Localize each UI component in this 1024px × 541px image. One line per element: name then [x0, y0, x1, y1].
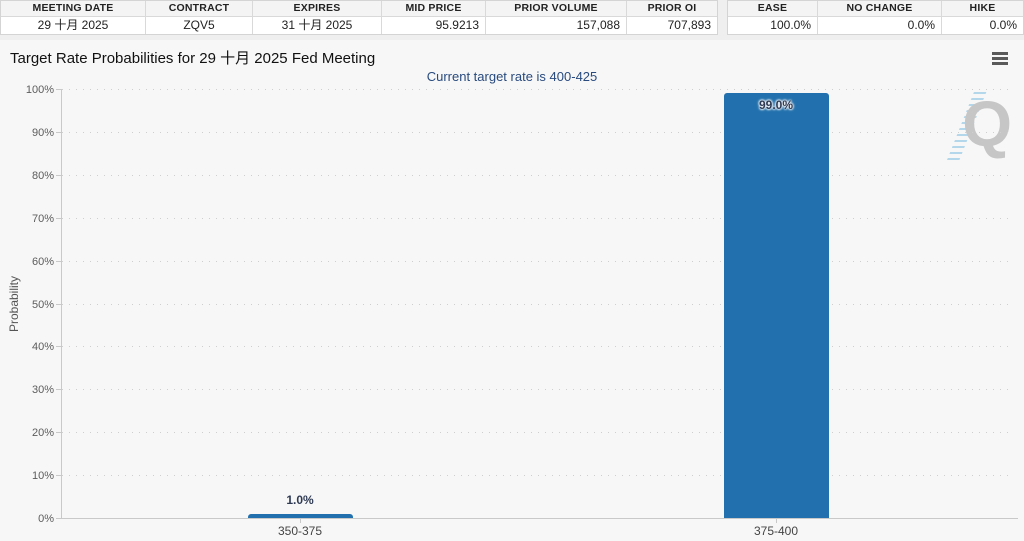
table-column-no-change: NO CHANGE 0.0%: [817, 1, 941, 34]
x-category-label: 350-375: [248, 524, 353, 538]
chart-subtitle: Current target rate is 400-425: [0, 69, 1024, 84]
y-axis-tick-label: 30%: [32, 384, 54, 396]
cell-value: ZQV5: [146, 17, 252, 34]
y-gridline: [62, 132, 1014, 133]
column-header: PRIOR OI: [627, 1, 717, 17]
chart-context-menu-button[interactable]: [989, 49, 1011, 67]
y-gridline: [62, 475, 1014, 476]
y-gridline: [62, 261, 1014, 262]
y-axis-tick: [56, 346, 61, 347]
bar-chart-plot-area: Probability 0%10%20%30%40%50%60%70%80%90…: [62, 89, 1014, 518]
cell-value: 157,088: [486, 17, 626, 34]
y-axis-tick: [56, 389, 61, 390]
column-header: EXPIRES: [253, 1, 381, 17]
y-axis-tick-label: 40%: [32, 341, 54, 353]
column-header: NO CHANGE: [818, 1, 941, 17]
y-gridline: [62, 89, 1014, 90]
chart-title: Target Rate Probabilities for 29 十月 2025…: [10, 47, 375, 68]
column-header: MID PRICE: [382, 1, 485, 17]
column-header: PRIOR VOLUME: [486, 1, 626, 17]
y-axis-tick: [56, 432, 61, 433]
cell-value: 31 十月 2025: [253, 17, 381, 34]
y-axis-tick-label: 90%: [32, 127, 54, 139]
y-axis-tick: [56, 261, 61, 262]
y-gridline: [62, 432, 1014, 433]
x-axis-tick: [776, 519, 777, 523]
table-column-meeting-date: MEETING DATE 29 十月 2025: [1, 1, 145, 34]
table-column-prior-oi: PRIOR OI 707,893: [626, 1, 717, 34]
y-axis-tick: [56, 89, 61, 90]
y-gridline: [62, 218, 1014, 219]
y-axis-tick-label: 10%: [32, 470, 54, 482]
y-axis-tick-label: 0%: [38, 513, 54, 525]
x-axis-tick: [300, 519, 301, 523]
y-gridline: [62, 346, 1014, 347]
table-column-hike: HIKE 0.0%: [941, 1, 1023, 34]
y-axis-tick: [56, 475, 61, 476]
bar-group-350-375: 1.0% 350-375: [248, 89, 353, 518]
contract-info-table: MEETING DATE 29 十月 2025 CONTRACT ZQV5 EX…: [0, 0, 718, 35]
bar-group-375-400: 99.0% 375-400: [724, 89, 829, 518]
y-axis-tick-label: 60%: [32, 256, 54, 268]
y-axis-tick-label: 50%: [32, 299, 54, 311]
y-axis-tick: [56, 132, 61, 133]
cell-value: 100.0%: [728, 17, 817, 34]
contract-summary-tables: MEETING DATE 29 十月 2025 CONTRACT ZQV5 EX…: [0, 0, 1024, 35]
fedwatch-chart-panel: Target Rate Probabilities for 29 十月 2025…: [0, 40, 1024, 541]
y-gridline: [62, 304, 1014, 305]
column-header: HIKE: [942, 1, 1023, 17]
y-axis-tick-label: 80%: [32, 170, 54, 182]
hamburger-menu-icon: [992, 57, 1008, 60]
x-axis-line: [61, 518, 1018, 519]
y-axis-tick-label: 20%: [32, 427, 54, 439]
bar-value-label: 99.0%: [724, 98, 829, 112]
probability-bar[interactable]: [724, 93, 829, 518]
y-gridline: [62, 175, 1014, 176]
table-column-mid-price: MID PRICE 95.9213: [381, 1, 485, 34]
column-header: CONTRACT: [146, 1, 252, 17]
probability-bar[interactable]: [248, 514, 353, 518]
table-column-contract: CONTRACT ZQV5: [145, 1, 252, 34]
y-axis-tick: [56, 175, 61, 176]
hamburger-menu-icon: [992, 62, 1008, 65]
cell-value: 0.0%: [818, 17, 941, 34]
y-axis-tick: [56, 304, 61, 305]
table-column-prior-volume: PRIOR VOLUME 157,088: [485, 1, 626, 34]
table-column-ease: EASE 100.0%: [728, 1, 817, 34]
column-header: EASE: [728, 1, 817, 17]
cell-value: 0.0%: [942, 17, 1023, 34]
bar-value-label: 1.0%: [248, 493, 353, 507]
y-gridline: [62, 389, 1014, 390]
cell-value: 707,893: [627, 17, 717, 34]
table-column-expires: EXPIRES 31 十月 2025: [252, 1, 381, 34]
y-axis-title: Probability: [7, 275, 21, 331]
hamburger-menu-icon: [992, 52, 1008, 55]
x-category-label: 375-400: [724, 524, 829, 538]
column-header: MEETING DATE: [1, 1, 145, 17]
probability-summary-table: EASE 100.0% NO CHANGE 0.0% HIKE 0.0%: [727, 0, 1024, 35]
y-axis-tick-label: 100%: [26, 84, 54, 96]
y-axis-tick: [56, 218, 61, 219]
y-axis-tick-label: 70%: [32, 213, 54, 225]
cell-value: 95.9213: [382, 17, 485, 34]
cell-value: 29 十月 2025: [1, 17, 145, 34]
